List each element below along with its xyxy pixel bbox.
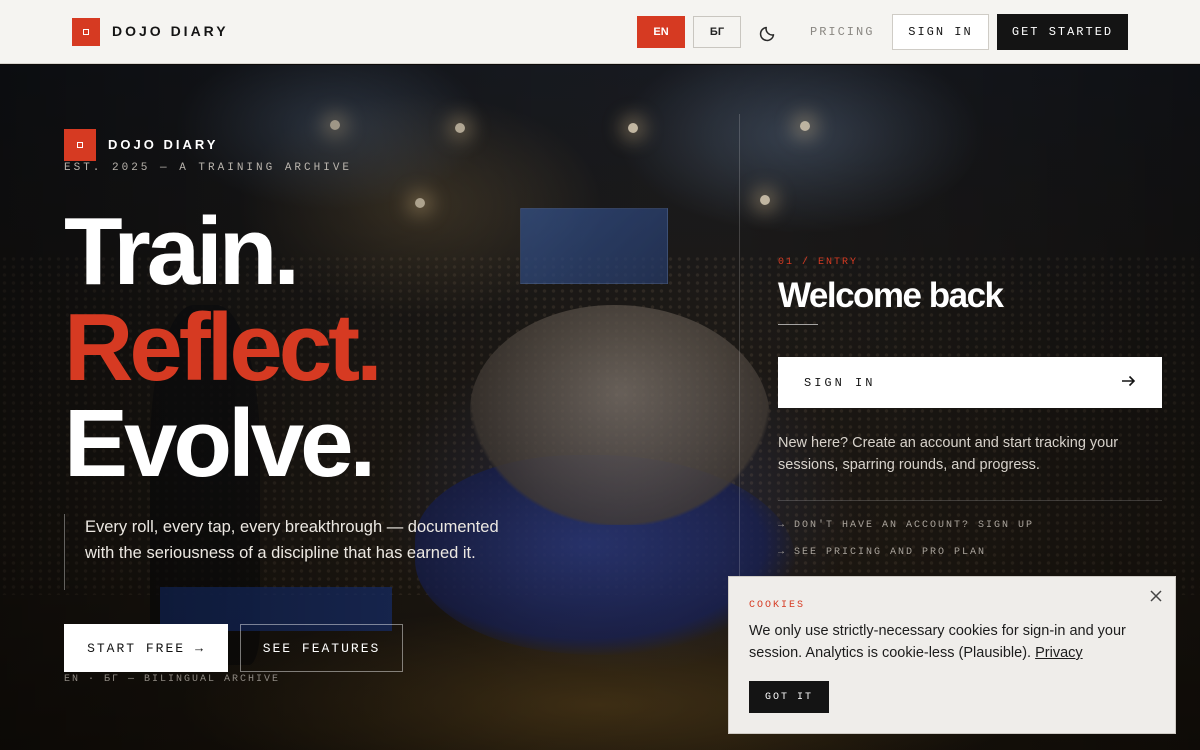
- see-features-button[interactable]: SEE FEATURES: [240, 624, 403, 672]
- cookie-banner: COOKIES We only use strictly-necessary c…: [728, 576, 1176, 734]
- moon-icon[interactable]: [758, 21, 780, 43]
- panel-divider-line: [778, 500, 1162, 501]
- panel-sign-in-button[interactable]: SIGN IN: [778, 357, 1162, 408]
- start-free-button[interactable]: START FREE →: [64, 624, 228, 672]
- arrow-right-icon: →: [195, 640, 205, 656]
- cookie-title: COOKIES: [749, 600, 806, 611]
- cookie-message: We only use strictly-necessary cookies f…: [749, 620, 1159, 664]
- panel-divider: [739, 114, 740, 576]
- title-underline: [778, 324, 818, 325]
- nav-pricing-link[interactable]: PRICING: [810, 25, 874, 39]
- cookie-accept-button[interactable]: GOT IT: [749, 681, 829, 713]
- panel-title: Welcome back: [778, 276, 1004, 315]
- brand-name[interactable]: DOJO DIARY: [112, 23, 229, 39]
- signup-link[interactable]: → DON'T HAVE AN ACCOUNT? SIGN UP: [778, 520, 1034, 531]
- privacy-link[interactable]: Privacy: [1035, 645, 1083, 661]
- get-started-button[interactable]: GET STARTED: [997, 14, 1128, 50]
- language-bg-button[interactable]: БГ: [693, 16, 741, 48]
- hero-lead-text: Every roll, every tap, every breakthroug…: [85, 518, 499, 562]
- headline-reflect: Reflect.: [64, 294, 383, 401]
- hero-brand-name: DOJO DIARY: [108, 137, 219, 152]
- panel-eyebrow: 01 / ENTRY: [778, 257, 859, 268]
- top-nav: DOJO DIARY ЕN БГ PRICING SIGN IN GET STA…: [0, 0, 1200, 64]
- hero-logo-mark: [64, 129, 96, 161]
- headline-train: Train.: [64, 198, 300, 305]
- lead-divider: [64, 514, 65, 590]
- bilingual-note: EN · БГ — BILINGUAL ARCHIVE: [64, 674, 281, 685]
- panel-sign-in-label: SIGN IN: [804, 375, 876, 390]
- start-free-label: START FREE: [87, 640, 186, 656]
- language-en-button[interactable]: ЕN: [637, 16, 685, 48]
- panel-description: New here? Create an account and start tr…: [778, 435, 1119, 473]
- arrow-right-icon: [1122, 375, 1136, 391]
- logo-mark[interactable]: [72, 18, 100, 46]
- headline-evolve: Evolve.: [64, 390, 376, 497]
- hero-established: EST. 2025 — A TRAINING ARCHIVE: [64, 162, 353, 174]
- nav-sign-in-button[interactable]: SIGN IN: [892, 14, 989, 50]
- pricing-link[interactable]: → SEE PRICING AND PRO PLAN: [778, 547, 986, 558]
- close-icon[interactable]: [1147, 589, 1165, 607]
